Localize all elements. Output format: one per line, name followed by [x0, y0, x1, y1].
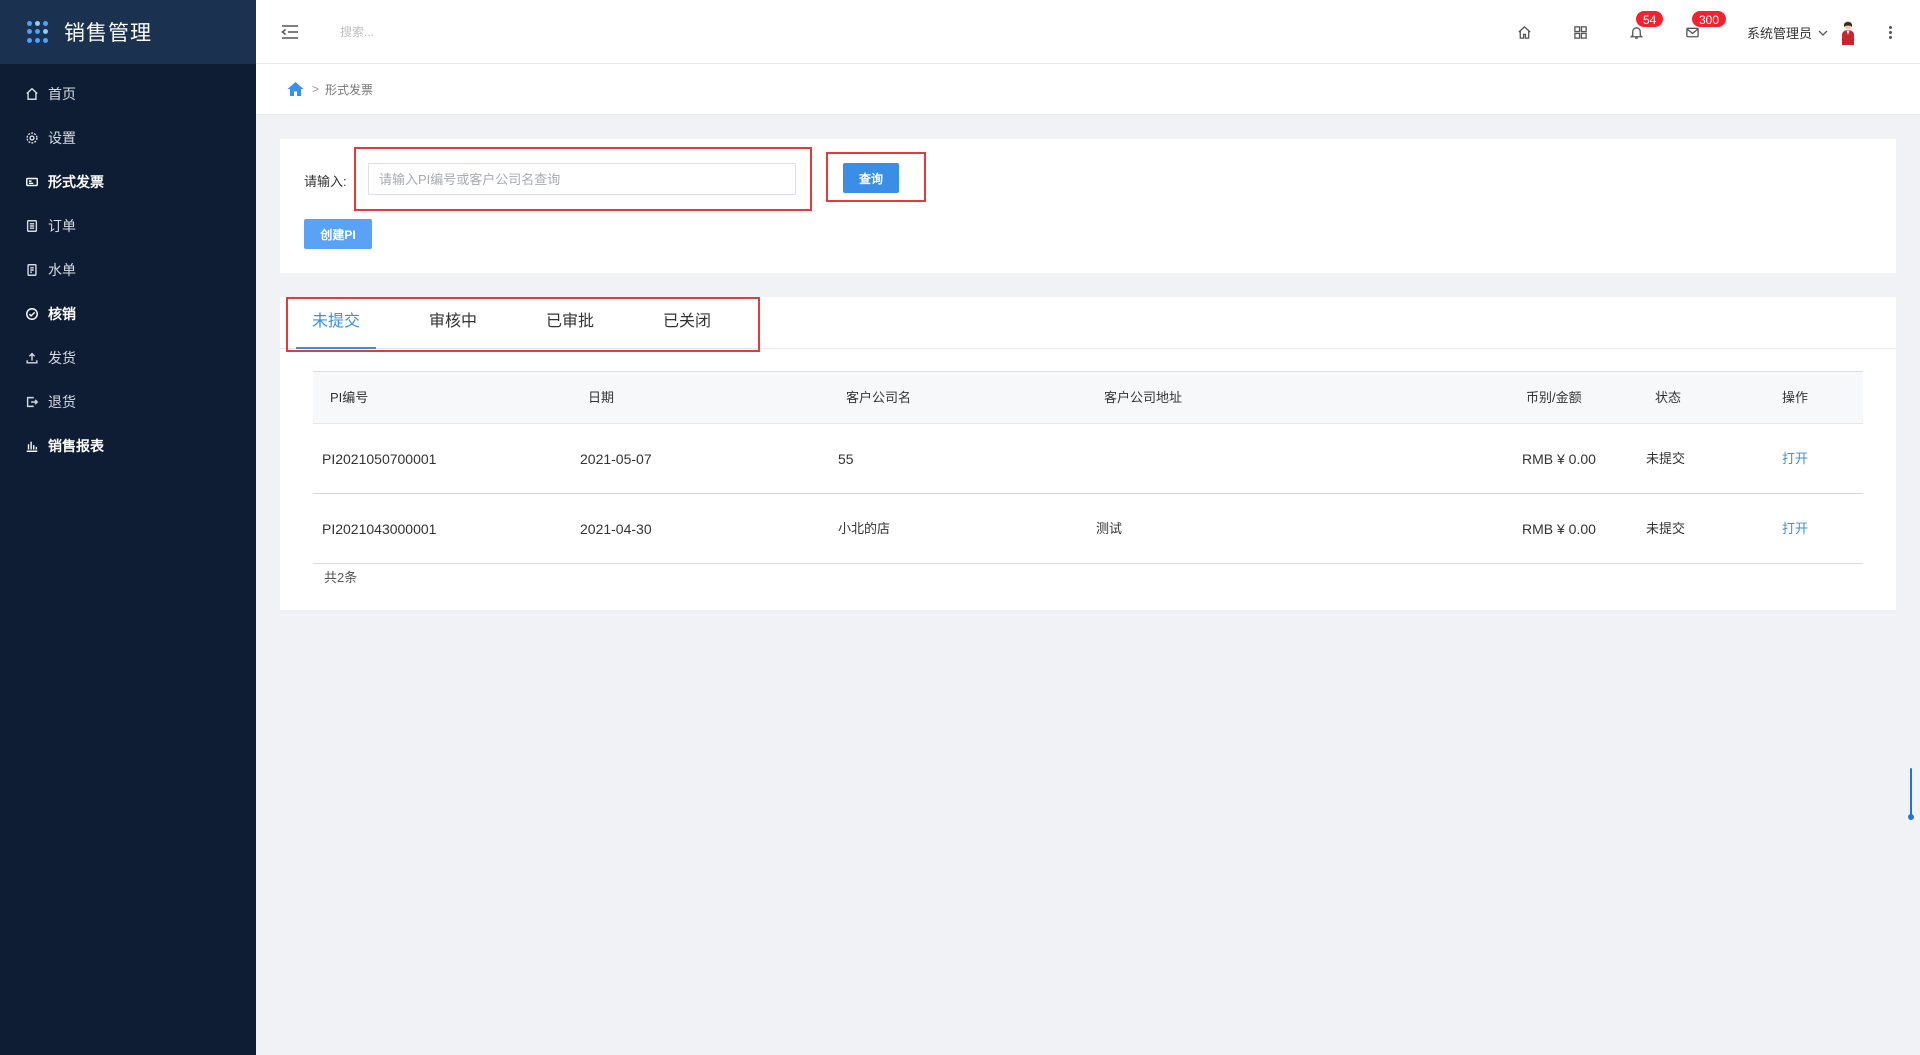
sidebar-item-label: 核销	[48, 306, 76, 322]
sidebar-item-label: 发货	[48, 350, 76, 366]
sidebar-item-label: 销售报表	[48, 438, 104, 454]
tab-closed[interactable]: 已关闭	[647, 297, 727, 349]
app-grid-icon	[27, 21, 49, 43]
total-count: 共2条	[324, 570, 358, 585]
column-header-address: 客户公司地址	[1104, 390, 1183, 405]
column-header-company: 客户公司名	[846, 390, 912, 405]
upload-icon	[24, 350, 40, 366]
more-vertical-icon[interactable]	[1884, 25, 1896, 39]
sidebar: 销售管理 首页 设置 形式发票 订单 水单 核销 发货 退货 销售报表	[0, 0, 256, 1055]
pi-search-input[interactable]	[368, 163, 796, 195]
cell-address: 测试	[1096, 521, 1123, 536]
avatar[interactable]	[1838, 19, 1858, 45]
user-name: 系统管理员	[1746, 25, 1812, 41]
cell-amount: RMB ¥ 0.00	[1522, 451, 1596, 467]
check-circle-icon	[24, 306, 40, 322]
sidebar-item-label: 水单	[48, 262, 76, 278]
tab-approved[interactable]: 已审批	[530, 297, 610, 349]
sidebar-item-sales-report[interactable]: 销售报表	[0, 424, 256, 468]
page-scroll-handle[interactable]	[1908, 768, 1914, 824]
sidebar-item-shipping[interactable]: 发货	[0, 336, 256, 380]
header-actions: 54 300 系统管理员	[1515, 0, 1920, 64]
cell-company: 小北的店	[838, 521, 891, 536]
sidebar-item-label: 退货	[48, 394, 76, 410]
apps-grid-icon[interactable]	[1571, 22, 1591, 42]
cell-company: 55	[838, 451, 854, 467]
sidebar-item-receipts[interactable]: 水单	[0, 248, 256, 292]
pi-list-panel: 未提交 审核中 已审批 已关闭 PI编号 日期 客户公司名 客户公司地址 币别/…	[280, 297, 1896, 610]
notification-badge: 54	[1634, 10, 1665, 28]
sidebar-menu: 首页 设置 形式发票 订单 水单 核销 发货 退货 销售报表	[0, 64, 256, 468]
bar-chart-icon	[24, 438, 40, 454]
query-button[interactable]: 查询	[843, 163, 899, 193]
menu-collapse-icon[interactable]	[280, 22, 300, 42]
brand-title: 销售管理	[64, 22, 152, 45]
cell-pi-no: PI2021043000001	[322, 521, 437, 537]
receipt-icon	[24, 262, 40, 278]
create-pi-button[interactable]: 创建PI	[304, 219, 372, 249]
sidebar-item-settings[interactable]: 设置	[0, 116, 256, 160]
sidebar-brand[interactable]: 销售管理	[0, 0, 256, 64]
message-badge: 300	[1690, 10, 1728, 28]
tab-reviewing[interactable]: 审核中	[413, 297, 493, 349]
column-header-date: 日期	[588, 390, 615, 405]
cell-pi-no: PI2021050700001	[322, 451, 437, 467]
column-header-action: 操作	[1782, 390, 1809, 405]
status-tabs: 未提交 审核中 已审批 已关闭	[280, 297, 1896, 349]
breadcrumb-separator: >	[312, 82, 320, 96]
cell-status: 未提交	[1646, 521, 1686, 536]
breadcrumb-home-icon[interactable]	[287, 81, 304, 97]
order-icon	[24, 218, 40, 234]
column-header-status: 状态	[1655, 390, 1682, 405]
notification-bell-icon[interactable]: 54	[1627, 10, 1665, 42]
cell-amount: RMB ¥ 0.00	[1522, 521, 1596, 537]
message-icon[interactable]: 300	[1683, 10, 1728, 42]
chevron-down-icon	[1818, 24, 1828, 40]
breadcrumb: > 形式发票	[256, 64, 1920, 115]
user-menu[interactable]: 系统管理员	[1747, 19, 1858, 45]
cell-status: 未提交	[1646, 451, 1686, 466]
sidebar-item-returns[interactable]: 退货	[0, 380, 256, 424]
header-search-input[interactable]	[340, 24, 540, 39]
top-header: 54 300 系统管理员	[256, 0, 1920, 64]
logout-icon	[24, 394, 40, 410]
invoice-icon	[24, 174, 40, 190]
cell-date: 2021-05-07	[580, 451, 652, 467]
tab-unsubmitted[interactable]: 未提交	[296, 297, 376, 349]
column-header-amount: 币别/金额	[1526, 390, 1582, 405]
sidebar-item-write-off[interactable]: 核销	[0, 292, 256, 336]
table-row: PI2021050700001 2021-05-07 55 RMB ¥ 0.00…	[313, 424, 1863, 494]
table-header: PI编号 日期 客户公司名 客户公司地址 币别/金额 状态 操作	[313, 372, 1863, 424]
sidebar-item-home[interactable]: 首页	[0, 72, 256, 116]
sidebar-item-label: 设置	[48, 130, 76, 146]
search-label: 请输入:	[304, 174, 347, 189]
open-link[interactable]: 打开	[1782, 424, 1808, 494]
column-header-pi-no: PI编号	[330, 390, 369, 405]
sidebar-item-proforma-invoice[interactable]: 形式发票	[0, 160, 256, 204]
gear-icon	[24, 130, 40, 146]
table-row: PI2021043000001 2021-04-30 小北的店 测试 RMB ¥…	[313, 494, 1863, 564]
sidebar-item-label: 首页	[48, 86, 76, 102]
search-panel: 请输入: 查询 创建PI	[280, 139, 1896, 273]
home-icon	[24, 86, 40, 102]
home-shortcut-icon[interactable]	[1515, 22, 1535, 42]
sidebar-item-label: 订单	[48, 218, 76, 234]
pi-table: PI编号 日期 客户公司名 客户公司地址 币别/金额 状态 操作 PI20210…	[313, 371, 1863, 564]
cell-date: 2021-04-30	[580, 521, 652, 537]
breadcrumb-current: 形式发票	[325, 82, 374, 97]
open-link[interactable]: 打开	[1782, 494, 1808, 564]
sidebar-item-label: 形式发票	[48, 174, 104, 190]
sidebar-item-orders[interactable]: 订单	[0, 204, 256, 248]
